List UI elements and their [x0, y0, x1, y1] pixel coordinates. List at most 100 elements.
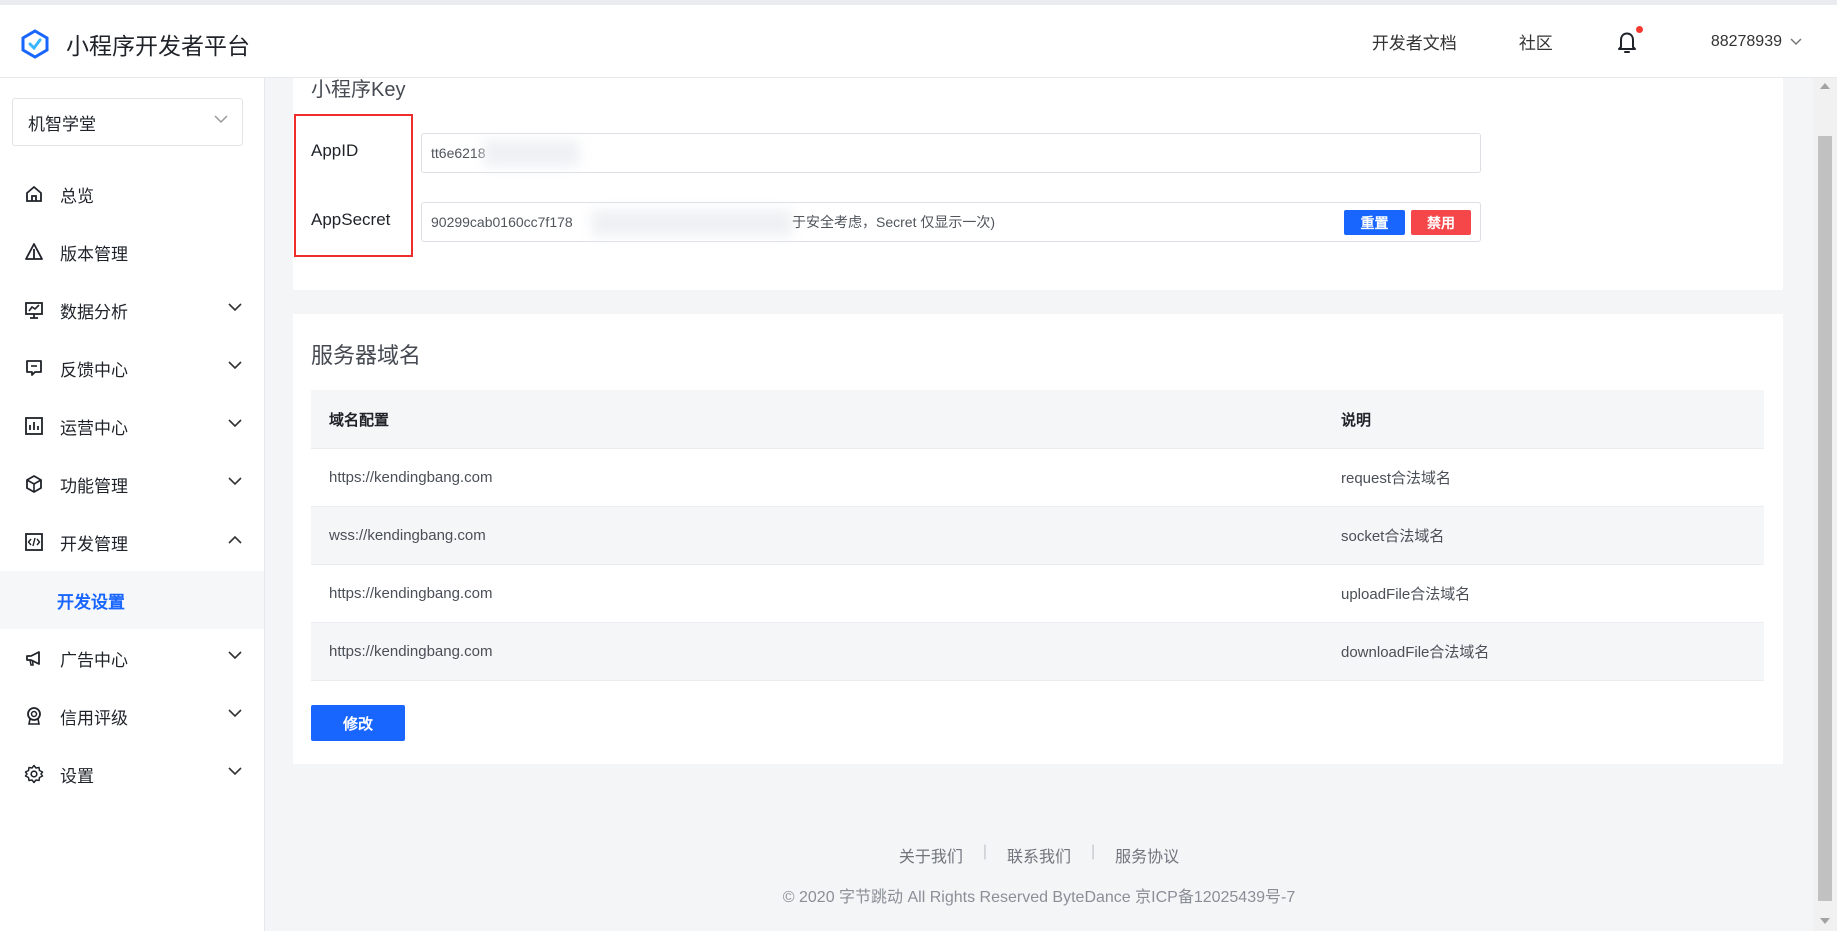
- scroll-thumb[interactable]: [1818, 136, 1832, 901]
- appsecret-field[interactable]: 90299cab0160cc7f178 于安全考虑，Secret 仅显示一次) …: [421, 202, 1481, 242]
- code-icon: [24, 532, 44, 552]
- copyright-text: © 2020 字节跳动 All Rights Reserved ByteDanc…: [782, 889, 1296, 906]
- feedback-icon: [24, 358, 44, 378]
- sidebar-item-feedback[interactable]: 反馈中心: [0, 339, 264, 397]
- disable-button[interactable]: 禁用: [1411, 210, 1471, 235]
- appsecret-label: AppSecret: [311, 210, 391, 229]
- table-row: https://kendingbang.com uploadFile合法域名: [311, 565, 1764, 623]
- chevron-down-icon: [228, 303, 242, 312]
- domain-table: 域名配置 说明 https://kendingbang.com request合…: [311, 390, 1764, 681]
- notification-bell-icon[interactable]: [1615, 25, 1643, 55]
- table-row: wss://kendingbang.com socket合法域名: [311, 507, 1764, 565]
- sidebar-item-features[interactable]: 功能管理: [0, 455, 264, 513]
- sidebar-item-label: 版本管理: [60, 244, 128, 264]
- description-cell: downloadFile合法域名: [1341, 644, 1490, 661]
- platform-title: 小程序开发者平台: [66, 33, 250, 59]
- server-domain-title: 服务器域名: [311, 343, 422, 368]
- chevron-down-icon: [228, 477, 242, 486]
- domain-cell: https://kendingbang.com: [329, 585, 493, 602]
- domain-cell: wss://kendingbang.com: [329, 527, 486, 544]
- app-selector[interactable]: 机智学堂: [12, 98, 243, 146]
- footer-separator: |: [1091, 843, 1096, 860]
- domain-cell: https://kendingbang.com: [329, 469, 493, 486]
- sidebar-item-overview[interactable]: 总览: [0, 165, 264, 223]
- footer-links: 关于我们 | 联系我们 | 服务协议: [265, 843, 1813, 867]
- account-menu[interactable]: 88278939: [1711, 33, 1802, 51]
- scroll-up-arrow-icon[interactable]: [1820, 83, 1830, 89]
- sidebar-item-ads[interactable]: 广告中心: [0, 629, 264, 687]
- platform-logo[interactable]: 小程序开发者平台: [20, 27, 250, 61]
- footer-about-link[interactable]: 关于我们: [899, 843, 963, 867]
- sidebar: 机智学堂 总览 版本管理 数据分析 反馈中心 运营中心 功能管理 开发管理 开发…: [0, 78, 265, 931]
- account-id: 88278939: [1710, 32, 1782, 50]
- footer-separator: |: [982, 843, 987, 860]
- app-key-title: 小程序Key: [311, 79, 406, 101]
- appsecret-value: 90299cab0160cc7f178: [431, 214, 573, 230]
- megaphone-icon: [24, 648, 44, 668]
- sidebar-item-label: 设置: [60, 766, 94, 786]
- chevron-down-icon: [228, 767, 242, 776]
- chevron-down-icon: [228, 419, 242, 428]
- top-header: 小程序开发者平台 开发者文档 社区 88278939: [0, 0, 1837, 78]
- gear-icon: [24, 764, 44, 784]
- footer-terms-link[interactable]: 服务协议: [1115, 843, 1179, 867]
- appid-field[interactable]: tt6e6218: [421, 133, 1481, 173]
- sidebar-item-label: 运营中心: [60, 418, 128, 438]
- version-icon: [24, 242, 44, 262]
- appsecret-note: 于安全考虑，Secret 仅显示一次): [792, 214, 996, 230]
- sidebar-menu: 总览 版本管理 数据分析 反馈中心 运营中心 功能管理 开发管理 开发设置 广告…: [0, 165, 264, 803]
- home-icon: [24, 184, 44, 204]
- main-content: 小程序Key AppID tt6e6218 AppSecret 90299cab…: [265, 78, 1813, 931]
- operation-icon: [24, 416, 44, 436]
- edit-button[interactable]: 修改: [311, 705, 405, 741]
- sidebar-item-credit[interactable]: 信用评级: [0, 687, 264, 745]
- description-cell: socket合法域名: [1341, 528, 1445, 545]
- redacted-blur: [592, 210, 792, 236]
- sidebar-item-operations[interactable]: 运营中心: [0, 397, 264, 455]
- appid-label: AppID: [311, 141, 359, 160]
- nav-docs-link[interactable]: 开发者文档: [1372, 29, 1457, 54]
- chevron-down-icon: [1790, 37, 1802, 45]
- server-domain-card: 服务器域名 域名配置 说明 https://kendingbang.com re…: [293, 314, 1783, 764]
- sidebar-subitem-dev-settings[interactable]: 开发设置: [0, 571, 264, 629]
- nav-community-link[interactable]: 社区: [1519, 29, 1553, 54]
- chevron-down-icon: [228, 651, 242, 660]
- page-scrollbar[interactable]: [1813, 78, 1837, 931]
- footer-contact-link[interactable]: 联系我们: [1007, 843, 1071, 867]
- sidebar-item-settings[interactable]: 设置: [0, 745, 264, 803]
- app-selector-value: 机智学堂: [28, 114, 96, 134]
- sidebar-item-label: 开发管理: [60, 534, 128, 554]
- table-row: https://kendingbang.com request合法域名: [311, 449, 1764, 507]
- domain-cell: https://kendingbang.com: [329, 643, 493, 660]
- table-header: 域名配置 说明: [311, 390, 1764, 449]
- sidebar-item-version[interactable]: 版本管理: [0, 223, 264, 281]
- appid-value: tt6e6218: [431, 145, 486, 161]
- sidebar-item-dev-management[interactable]: 开发管理: [0, 513, 264, 571]
- column-header-description: 说明: [1341, 411, 1372, 429]
- highlight-box: [294, 114, 413, 257]
- cube-icon: [24, 474, 44, 494]
- chart-icon: [24, 300, 44, 320]
- logo-icon: [21, 29, 49, 59]
- sidebar-item-label: 功能管理: [60, 476, 128, 496]
- chevron-down-icon: [228, 709, 242, 718]
- notification-dot: [1635, 25, 1643, 33]
- sidebar-item-analytics[interactable]: 数据分析: [0, 281, 264, 339]
- chevron-up-icon: [228, 535, 242, 544]
- sidebar-item-label: 信用评级: [60, 708, 128, 728]
- sidebar-item-label: 开发设置: [57, 592, 125, 612]
- description-cell: uploadFile合法域名: [1341, 586, 1471, 603]
- sidebar-item-label: 数据分析: [60, 302, 128, 322]
- badge-icon: [24, 706, 44, 726]
- table-row: https://kendingbang.com downloadFile合法域名: [311, 623, 1764, 681]
- redacted-blur: [484, 140, 579, 166]
- chevron-down-icon: [214, 115, 228, 124]
- column-header-domain: 域名配置: [329, 411, 390, 429]
- sidebar-item-label: 反馈中心: [60, 360, 128, 380]
- reset-button[interactable]: 重置: [1344, 210, 1405, 235]
- sidebar-item-label: 总览: [60, 186, 94, 206]
- scroll-down-arrow-icon[interactable]: [1820, 918, 1830, 924]
- chevron-down-icon: [228, 361, 242, 370]
- description-cell: request合法域名: [1341, 470, 1452, 487]
- sidebar-item-label: 广告中心: [60, 650, 128, 670]
